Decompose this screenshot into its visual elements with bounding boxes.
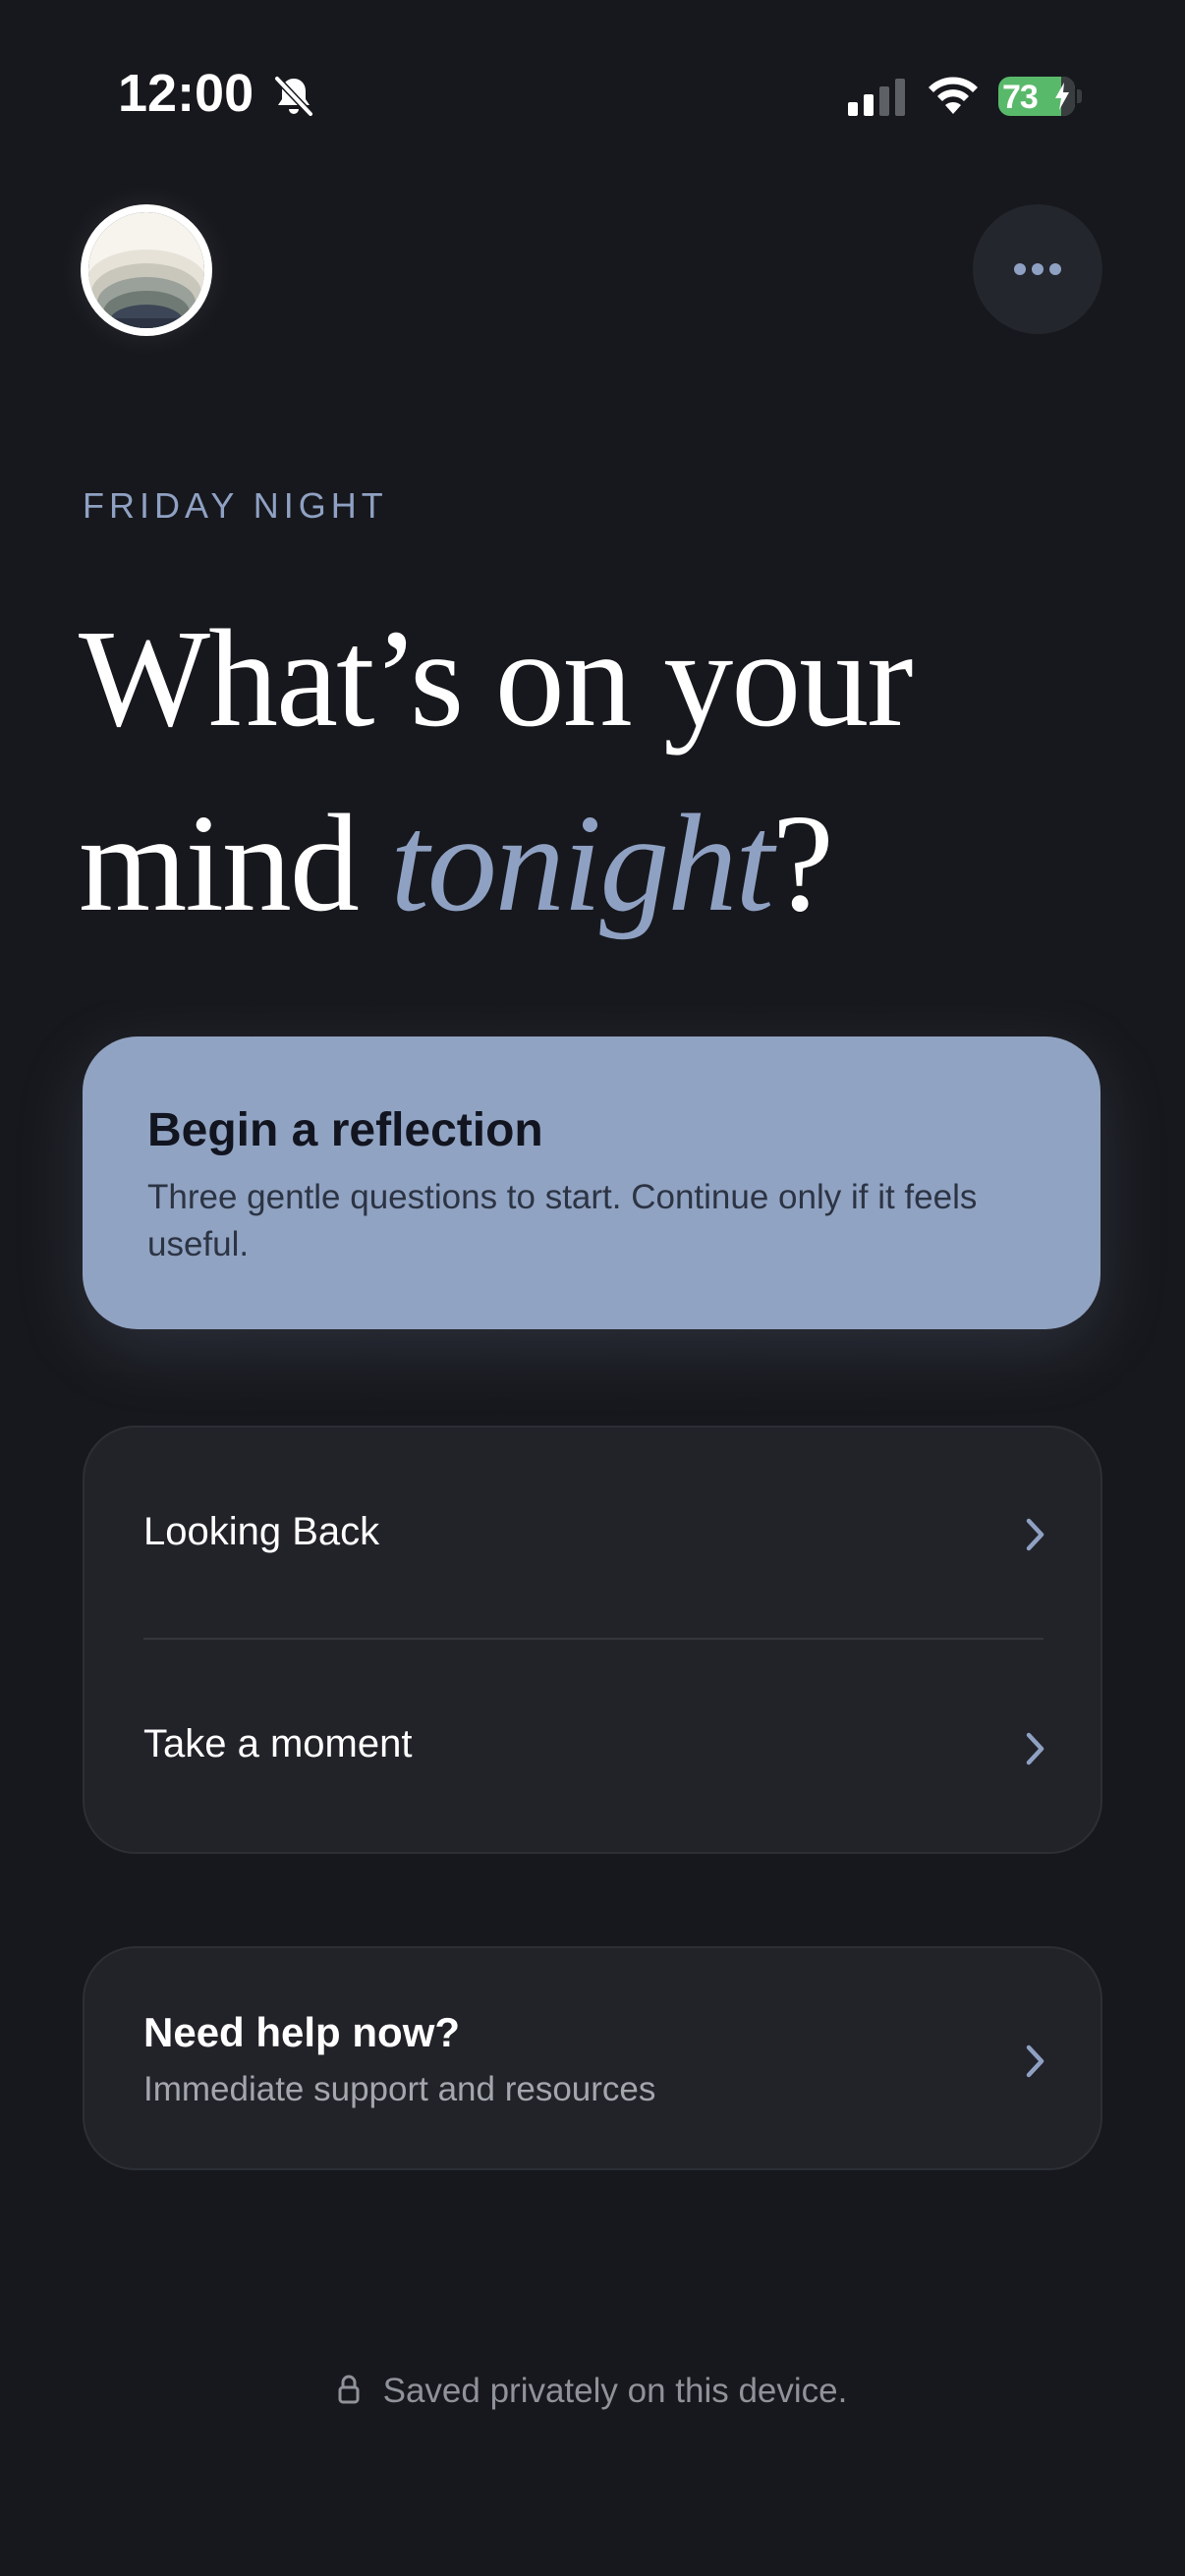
day-eyebrow: FRIDAY NIGHT [83, 485, 388, 526]
begin-reflection-button[interactable]: Begin a reflection Three gentle question… [83, 1036, 1100, 1329]
chevron-right-icon [1026, 2044, 1044, 2078]
begin-reflection-description: Three gentle questions to start. Continu… [147, 1178, 978, 1263]
menu-item-label: Looking Back [143, 1510, 380, 1553]
need-help-button[interactable]: Need help now? Immediate support and res… [83, 1946, 1102, 2170]
privacy-note: Saved privately on this device. [0, 2372, 1185, 2411]
page-title: What’s on your mind tonight? [79, 586, 1100, 955]
battery-body: 73 [998, 77, 1075, 116]
more-options-button[interactable] [973, 204, 1102, 334]
sunset-avatar-art [88, 212, 204, 328]
battery-tip [1077, 89, 1082, 103]
home-screen: 12:00 73 FRIDAY NIGHT What’s on your min… [0, 0, 1185, 2576]
wifi-icon [929, 77, 978, 114]
sunset-avatar [88, 212, 204, 328]
headline-accent: tonight [390, 785, 773, 940]
need-help-subtitle: Immediate support and resources [143, 2070, 656, 2108]
bell-slash-icon [274, 76, 313, 117]
ellipsis-icon [1014, 263, 1061, 275]
battery-level: 73 [1002, 79, 1039, 116]
status-time: 12:00 [118, 64, 254, 123]
chevron-right-icon [1026, 1518, 1044, 1551]
menu-list: Looking Back Take a moment [83, 1426, 1102, 1854]
cellular-signal-icon [848, 79, 905, 116]
begin-reflection-title: Begin a reflection [147, 1104, 543, 1156]
bolt-icon [1055, 83, 1069, 110]
menu-item-looking-back[interactable]: Looking Back [85, 1428, 1100, 1638]
avatar[interactable] [81, 204, 212, 336]
battery-charging-icon: 73 [998, 77, 1083, 118]
menu-item-take-a-moment[interactable]: Take a moment [85, 1640, 1100, 1850]
chevron-right-icon [1026, 1732, 1044, 1765]
privacy-note-text: Saved privately on this device. [382, 2372, 848, 2410]
need-help-title: Need help now? [143, 2009, 461, 2055]
headline-question-mark: ? [771, 785, 834, 940]
menu-item-label: Take a moment [143, 1722, 413, 1765]
lock-icon [338, 2375, 360, 2404]
